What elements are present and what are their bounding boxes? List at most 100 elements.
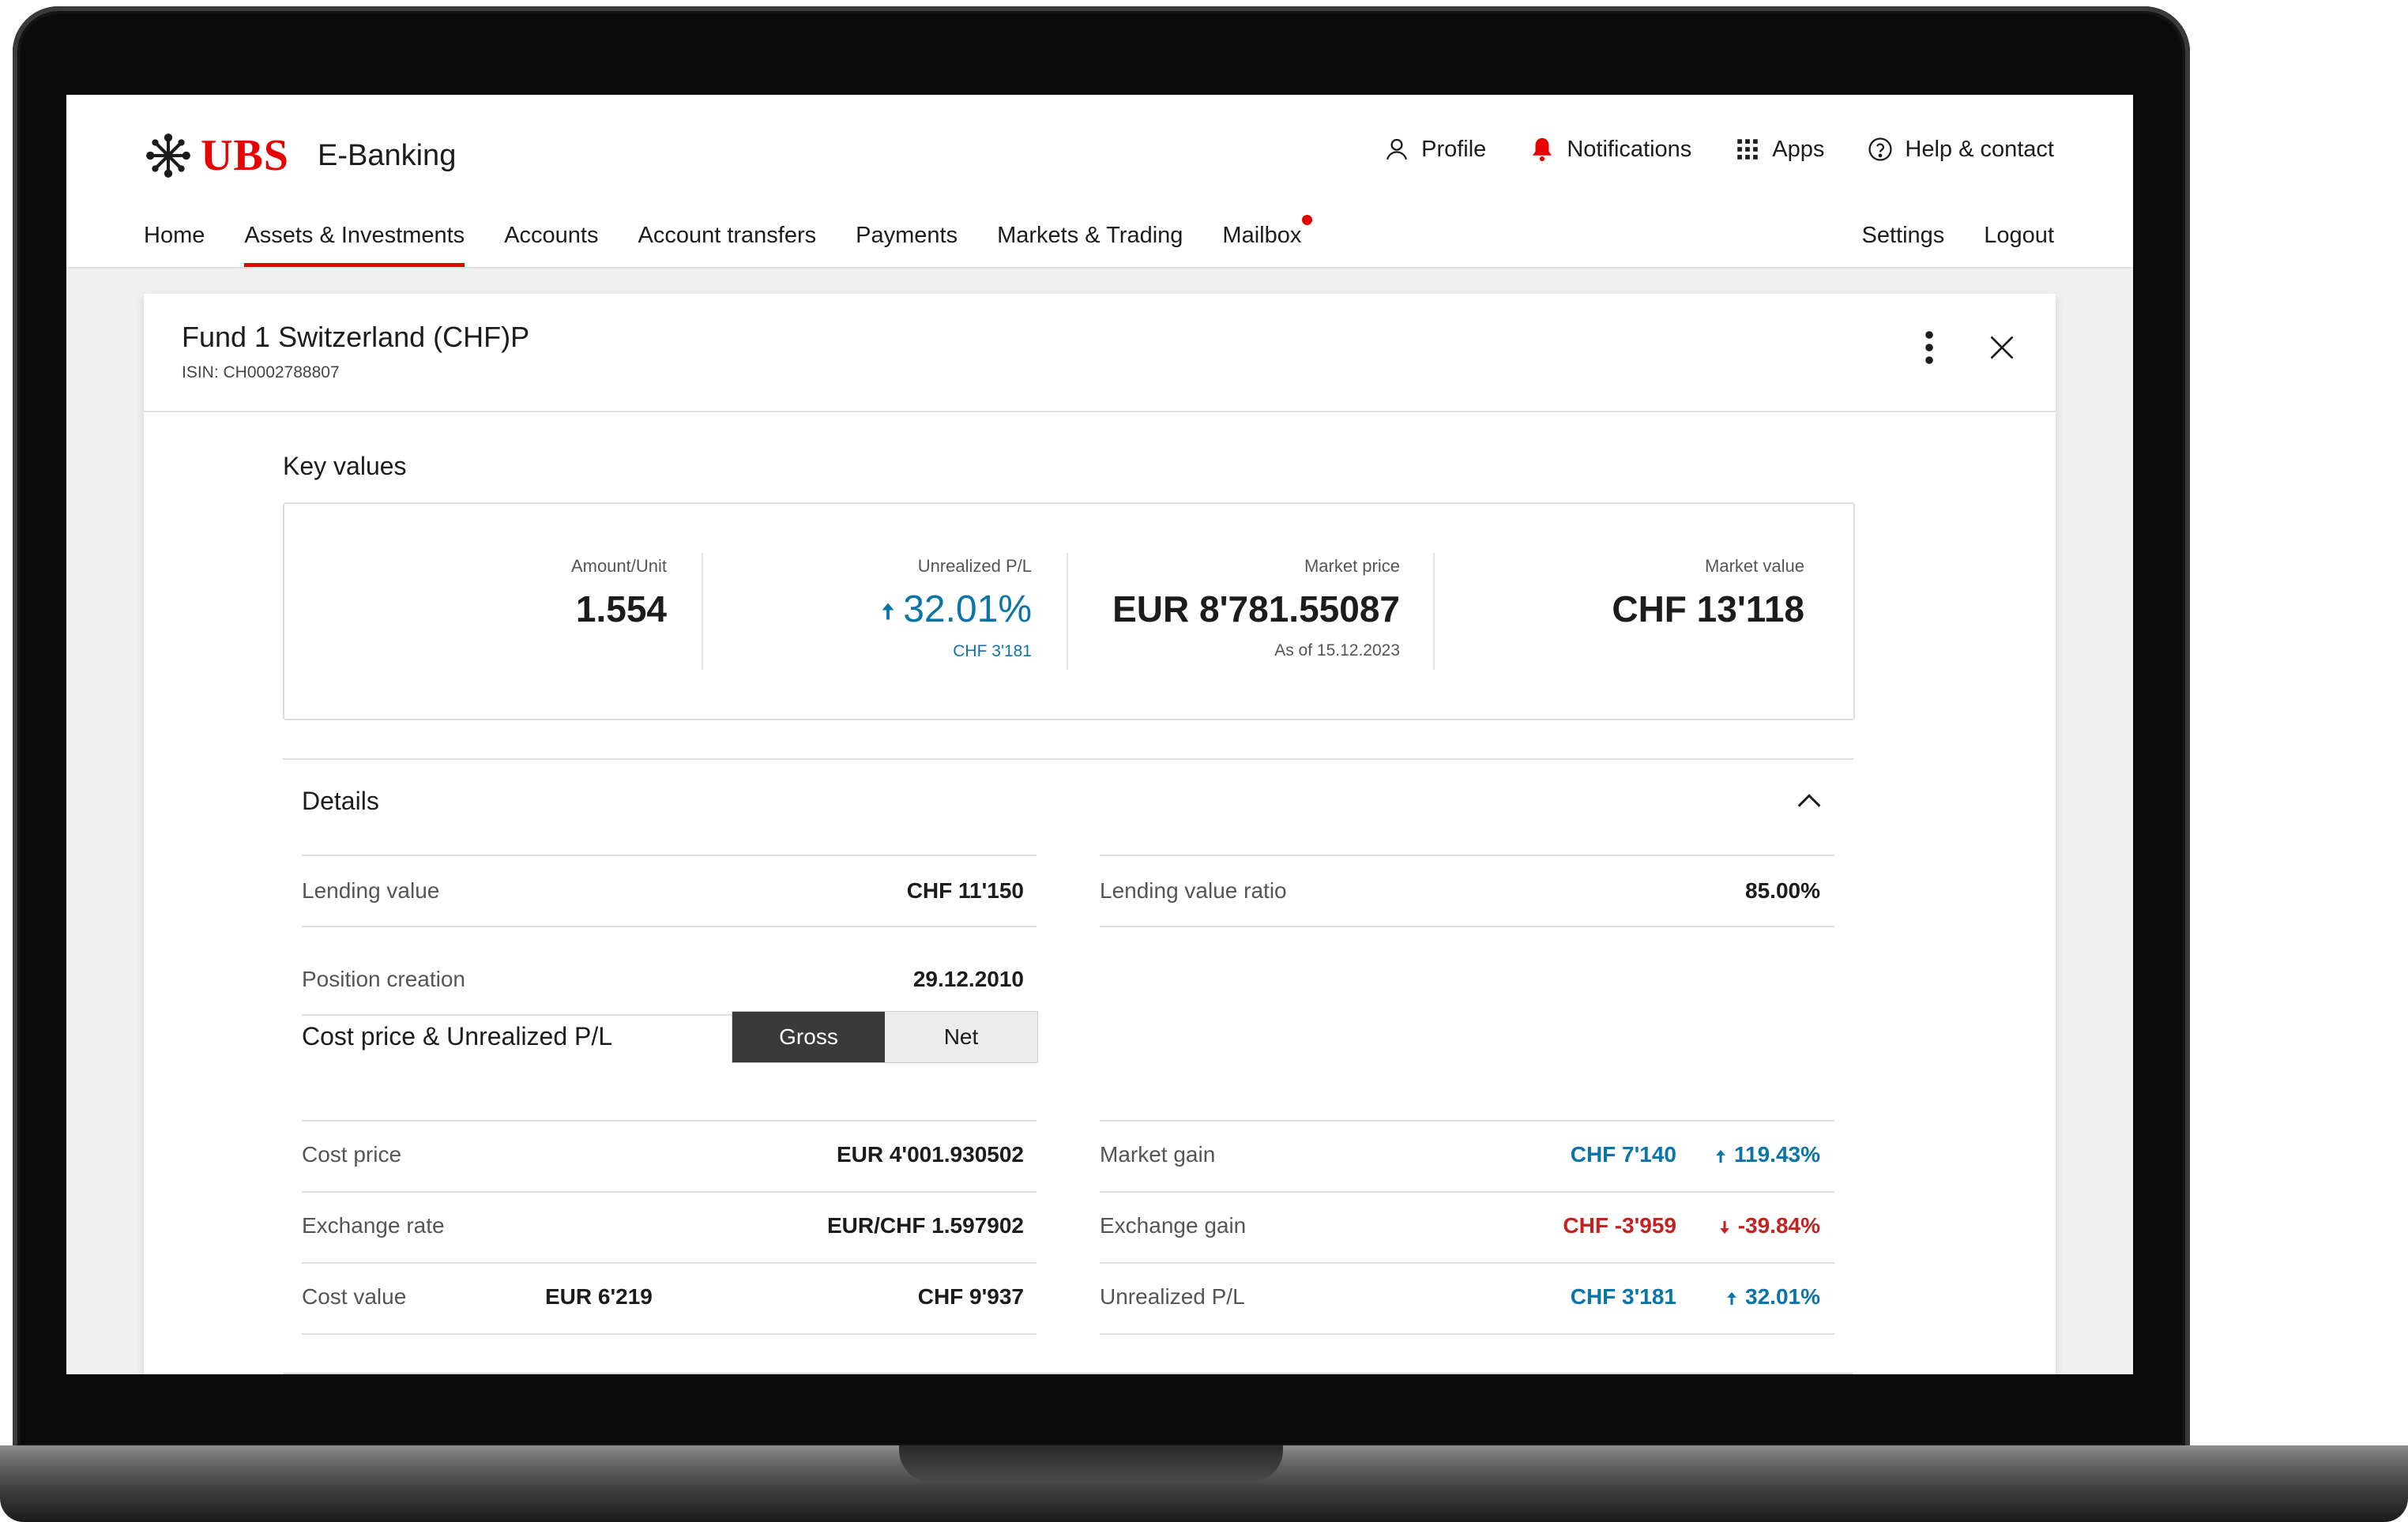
app-header: UBS E-Banking Profile Notifications Apps… [66,95,2133,269]
row-divider [302,1191,1037,1193]
help-label: Help & contact [1905,136,2054,162]
notifications-label: Notifications [1567,136,1692,162]
arrow-up-icon [1727,1291,1736,1305]
row-divider [1100,1333,1834,1335]
nav-home[interactable]: Home [144,223,205,267]
arrow-up-icon [1716,1149,1725,1163]
bell-icon [1533,137,1552,162]
cost-price: EUR 4'001.930502 [836,1142,1024,1167]
toggle-gross[interactable]: Gross [732,1012,885,1062]
unrealized-pl-chf: CHF 3'181 [1570,1284,1676,1309]
row-divider [1100,926,1834,927]
ubs-logo[interactable]: UBS [144,128,289,183]
notifications-link[interactable]: Notifications [1529,136,1691,163]
market-gain-pct-cell: 119.43% [1715,1142,1820,1167]
profile-label: Profile [1421,136,1487,162]
top-links: Profile Notifications Apps Help & contac… [1383,136,2054,163]
nav-payments[interactable]: Payments [856,223,958,267]
exchange-gain-pct: -39.84% [1737,1213,1820,1238]
kv-amount-value: 1.554 [575,588,667,629]
position-creation: 29.12.2010 [912,967,1024,991]
kv-price-value: EUR 8'781.55087 [1112,588,1400,629]
row-divider [302,1120,1037,1122]
help-circle-icon [1868,137,1892,161]
close-icon[interactable] [1988,333,2016,362]
kv-pl-value-row: 32.01% [881,588,1032,631]
apps-link[interactable]: Apps [1734,136,1824,163]
kv-market-value: Market value CHF 13'118 [1612,556,1804,630]
kv-pl-sub: CHF 3'181 [953,642,1032,660]
help-link[interactable]: Help & contact [1867,136,2054,163]
kv-unrealized-pl: Unrealized P/L 32.01% CHF 3'181 [881,556,1032,661]
cost-value-eur: EUR 6'219 [545,1284,653,1309]
exchange-rate-label: Exchange rate [302,1213,445,1238]
profile-link[interactable]: Profile [1383,136,1486,163]
details-title[interactable]: Details [302,787,379,816]
person-icon [1386,138,1408,160]
row-divider [283,1373,1853,1374]
cost-value-label: Cost value [302,1284,407,1309]
fund-title: Fund 1 Switzerland (CHF)P [182,321,530,353]
nav-mailbox[interactable]: Mailbox [1222,215,1313,267]
row-divider [302,855,1037,856]
app-name: E-Banking [318,139,457,172]
position-creation-label: Position creation [302,967,466,991]
row-divider [1100,855,1834,856]
nav-accounts[interactable]: Accounts [504,223,598,267]
cost-value-chf: CHF 9'937 [917,1284,1024,1309]
kv-price-sub: As of 15.12.2023 [1274,641,1400,660]
exchange-rate: EUR/CHF 1.597902 [826,1213,1024,1238]
kv-divider [1433,553,1435,670]
lending-value-label: Lending value [302,878,440,903]
row-divider [1100,1262,1834,1264]
nav-markets-trading[interactable]: Markets & Trading [997,223,1183,267]
screen: UBS E-Banking Profile Notifications Apps… [66,95,2133,1374]
row-divider [302,926,1037,927]
lending-ratio: 85.00% [1745,878,1820,903]
nav-assets-investments[interactable]: Assets & Investments [244,223,465,267]
logo-text: UBS [201,131,289,180]
laptop-notch [899,1445,1283,1482]
kv-mvalue-label: Market value [1705,556,1804,576]
chevron-up-icon[interactable] [1793,785,1825,817]
grid-icon [1737,139,1759,160]
kv-price-label: Market price [1304,556,1400,576]
nav-mailbox-label: Mailbox [1222,223,1302,248]
kv-divider [1067,553,1068,670]
key-values-title: Key values [283,452,407,480]
apps-label: Apps [1772,136,1825,162]
row-divider [302,1333,1037,1335]
row-divider [1100,1120,1834,1122]
lending-ratio-label: Lending value ratio [1100,878,1287,903]
mailbox-unread-dot [1302,215,1313,225]
market-gain-chf: CHF 7'140 [1570,1142,1676,1167]
kebab-icon[interactable] [1921,330,1937,365]
details-divider [283,758,1853,760]
unrealized-pl-label: Unrealized P/L [1100,1284,1245,1309]
panel-header: Fund 1 Switzerland (CHF)P ISIN: CH000278… [144,294,2056,412]
market-gain-label: Market gain [1100,1142,1216,1167]
kv-amount-label: Amount/Unit [570,556,667,576]
kv-market-price: Market price EUR 8'781.55087 As of 15.12… [1112,556,1400,660]
exchange-gain-label: Exchange gain [1100,1213,1247,1238]
kv-mvalue-value: CHF 13'118 [1612,588,1804,629]
kv-amount: Amount/Unit 1.554 [571,556,667,630]
kv-pl-value: 32.01% [903,588,1032,630]
row-divider [1100,1191,1834,1193]
logout-link[interactable]: Logout [1984,223,2054,249]
toggle-net[interactable]: Net [885,1012,1037,1062]
lending-value: CHF 11'150 [906,878,1024,903]
kv-divider [702,553,703,670]
unrealized-pl-pct: 32.01% [1745,1284,1820,1309]
secondary-nav: Settings Logout [1862,223,2055,249]
cost-price-label: Cost price [302,1142,402,1167]
settings-link[interactable]: Settings [1862,223,1945,249]
row-divider [302,1262,1037,1264]
cost-section-label: Cost price & Unrealized P/L [302,1022,613,1050]
arrow-up-icon [882,603,894,620]
position-detail-panel: Fund 1 Switzerland (CHF)P ISIN: CH000278… [144,294,2056,1374]
nav-account-transfers[interactable]: Account transfers [638,223,816,267]
unrealized-pl-pct-cell: 32.01% [1726,1284,1820,1310]
exchange-gain-pct-cell: -39.84% [1719,1213,1820,1238]
market-gain-pct: 119.43% [1734,1142,1820,1167]
